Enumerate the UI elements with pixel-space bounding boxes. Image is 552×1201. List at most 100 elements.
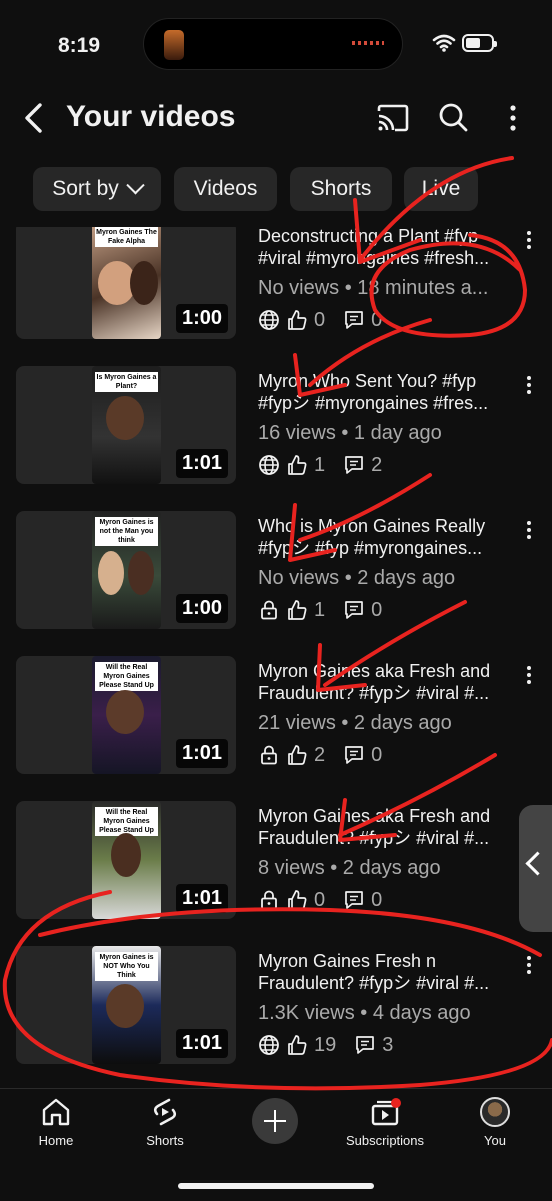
wifi-icon [432,34,456,52]
nav-label: Shorts [146,1133,184,1148]
video-options-icon[interactable] [523,229,535,251]
nav-you[interactable]: You [440,1097,550,1148]
comment-icon [345,746,363,764]
video-thumbnail[interactable]: Will the Real Myron Gaines Please Stand … [16,801,236,919]
video-title[interactable]: Myron Gaines aka Fresh and Fraudulent? #… [258,660,520,704]
chevron-down-icon [126,175,145,194]
lock-icon [261,600,277,620]
thumbnail-caption: Myron Gaines is not the Man you think [95,517,158,546]
comment-icon [345,311,363,329]
comment-count: 0 [371,888,383,911]
video-row[interactable]: Myron Gaines is NOT Who You Think 1:01 M… [0,946,552,1071]
thumbnail-caption: Is Myron Gaines a Plant? [95,372,158,392]
thumbs-up-icon [288,310,307,330]
nav-home[interactable]: Home [1,1097,111,1148]
thumbnail-image: Will the Real Myron Gaines Please Stand … [92,656,161,774]
chip-videos[interactable]: Videos [174,167,277,211]
video-meta: 8 views • 2 days ago [258,857,441,879]
video-thumbnail[interactable]: Myron Gaines is not the Man you think 1:… [16,511,236,629]
video-stats: 2 0 [258,742,400,768]
like-count: 2 [314,743,326,766]
video-thumbnail[interactable]: Is Myron Gaines a Plant? 1:01 [16,366,236,484]
app-header: Your videos [0,95,552,141]
video-title-line: Myron Gaines aka Fresh and [258,661,491,681]
nav-shorts[interactable]: Shorts [110,1097,220,1148]
search-icon[interactable] [434,99,472,137]
thumbnail-caption: Will the Real Myron Gaines Please Stand … [95,662,158,691]
video-duration: 1:01 [175,739,228,768]
thumbs-up-icon [288,745,307,765]
more-options-icon[interactable] [494,99,532,137]
thumbnail-face [106,396,144,440]
video-thumbnail[interactable]: Myron Gaines The Fake Alpha 1:00 [16,227,236,339]
video-stats: 0 0 [258,307,400,333]
video-options-icon[interactable] [523,519,535,541]
video-title[interactable]: Who is Myron Gaines Really #fypシ #fyp #m… [258,515,520,559]
cast-icon[interactable] [374,99,412,137]
like-count: 1 [314,598,326,621]
subscriptions-icon [371,1098,401,1126]
video-duration: 1:01 [175,884,228,913]
thumbnail-caption: Myron Gaines The Fake Alpha [95,227,158,247]
video-title[interactable]: Deconstructing a Plant #fyp #viral #myro… [258,227,520,269]
avatar [480,1097,510,1127]
thumbs-up-icon [288,600,307,620]
chip-live[interactable]: Live [404,167,478,211]
lock-icon [261,745,277,765]
globe-icon [259,455,279,475]
thumbs-up-icon [288,890,307,910]
video-title[interactable]: Myron Gaines Fresh n Fraudulent? #fypシ #… [258,950,520,994]
thumbnail-face [106,690,144,734]
comment-icon [345,891,363,909]
like-count: 0 [314,308,326,331]
thumbs-up-icon [288,1035,307,1055]
video-row[interactable]: Is Myron Gaines a Plant? 1:01 Myron Who … [0,366,552,491]
like-count: 0 [314,888,326,911]
video-row[interactable]: Myron Gaines The Fake Alpha 1:00 Deconst… [0,227,552,346]
video-duration: 1:00 [175,304,228,333]
video-row[interactable]: Will the Real Myron Gaines Please Stand … [0,656,552,781]
video-options-icon[interactable] [523,374,535,396]
globe-icon [259,1035,279,1055]
home-indicator [178,1183,374,1189]
video-title-line: #fypシ #myrongaines #fres... [258,393,489,413]
comment-count: 0 [371,598,383,621]
thumbnail-face [111,833,141,877]
video-stats: 19 3 [258,1032,411,1058]
thumbnail-image: Myron Gaines is not the Man you think [92,511,161,629]
video-title-line: Myron Gaines aka Fresh and [258,806,491,826]
video-options-icon[interactable] [523,954,535,976]
video-thumbnail[interactable]: Will the Real Myron Gaines Please Stand … [16,656,236,774]
video-title-line: Who is Myron Gaines Really [258,516,486,536]
video-duration: 1:01 [175,449,228,478]
chip-shorts[interactable]: Shorts [290,167,392,211]
video-stats: 0 0 [258,887,400,913]
video-stats: 1 2 [258,452,400,478]
video-title-line: Fraudulent? #fypシ #viral #... [258,973,490,993]
like-count: 1 [314,453,326,476]
dynamic-island [143,18,403,70]
video-row[interactable]: Will the Real Myron Gaines Please Stand … [0,801,552,926]
video-title[interactable]: Myron Gaines aka Fresh and Fraudulent? #… [258,805,520,849]
thumbnail-face [128,551,154,595]
chip-sort-by[interactable]: Sort by [33,167,161,211]
nav-label: Subscriptions [345,1133,425,1148]
video-meta: 21 views • 2 days ago [258,712,452,734]
shorts-icon [153,1098,177,1126]
comment-count: 0 [371,743,383,766]
video-meta: 1.3K views • 4 days ago [258,1002,471,1024]
comment-count: 3 [382,1033,394,1056]
back-arrow-icon[interactable] [18,99,48,137]
lock-icon [261,890,277,910]
video-title[interactable]: Myron Who Sent You? #fyp #fypシ #myrongai… [258,370,520,414]
video-title-line: Fraudulent? #fypシ #viral #... [258,828,490,848]
video-meta: No views • 18 minutes a... [258,277,489,299]
video-options-icon[interactable] [523,664,535,686]
video-title-line: Myron Gaines Fresh n [258,951,437,971]
thumbnail-image: Will the Real Myron Gaines Please Stand … [92,801,161,919]
nav-subscriptions[interactable]: Subscriptions [330,1097,440,1148]
video-thumbnail[interactable]: Myron Gaines is NOT Who You Think 1:01 [16,946,236,1064]
create-button[interactable] [252,1098,298,1144]
video-row[interactable]: Myron Gaines is not the Man you think 1:… [0,511,552,636]
side-panel-handle[interactable] [519,805,552,932]
